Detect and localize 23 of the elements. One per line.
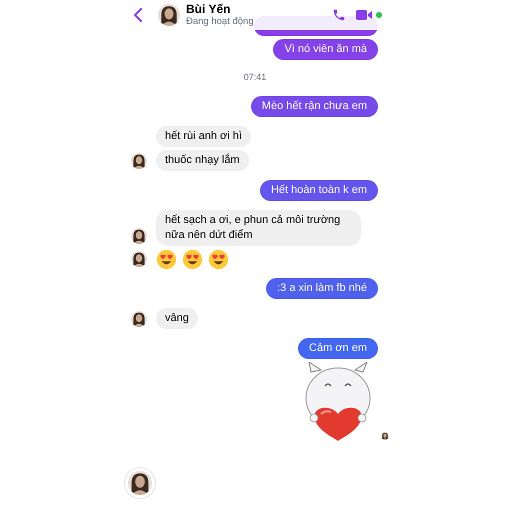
avatar	[131, 250, 147, 266]
heart-eyes-emoji-icon	[208, 248, 229, 270]
avatar	[131, 152, 147, 168]
status-text: Đang hoạt động	[186, 17, 254, 27]
timestamp: 07:41	[244, 71, 266, 84]
heart-eyes-emoji-icon	[182, 248, 203, 270]
message-bubble: vâng	[156, 308, 198, 328]
message-bubble: Vì nó viên ăn mà	[273, 39, 378, 60]
back-icon[interactable]	[134, 8, 142, 22]
phone-icon[interactable]	[332, 8, 346, 22]
message-bubble: thuốc nhạy lắm	[156, 150, 249, 170]
message-bubble: hết sạch a ơi, e phun cả môi trường nữa nên dứt điểm	[156, 210, 361, 246]
heart-eyes-emoji-icon	[156, 248, 177, 270]
avatar	[158, 4, 180, 26]
message-bubble: Hết hoàn toàn k em	[260, 180, 378, 200]
avatar	[131, 228, 147, 244]
avatar	[131, 310, 147, 326]
contact-name: Bùi Yến	[186, 3, 232, 16]
message-bubble: Mèo hết rận chưa em	[250, 96, 378, 116]
video-camera-icon[interactable]	[356, 9, 374, 21]
message-bubble: hết rùi anh ơi hì	[156, 126, 251, 146]
message-bubble: :3 a xin làm fb nhé	[266, 278, 378, 298]
message-bubble: Cảm ơn em	[298, 338, 378, 358]
